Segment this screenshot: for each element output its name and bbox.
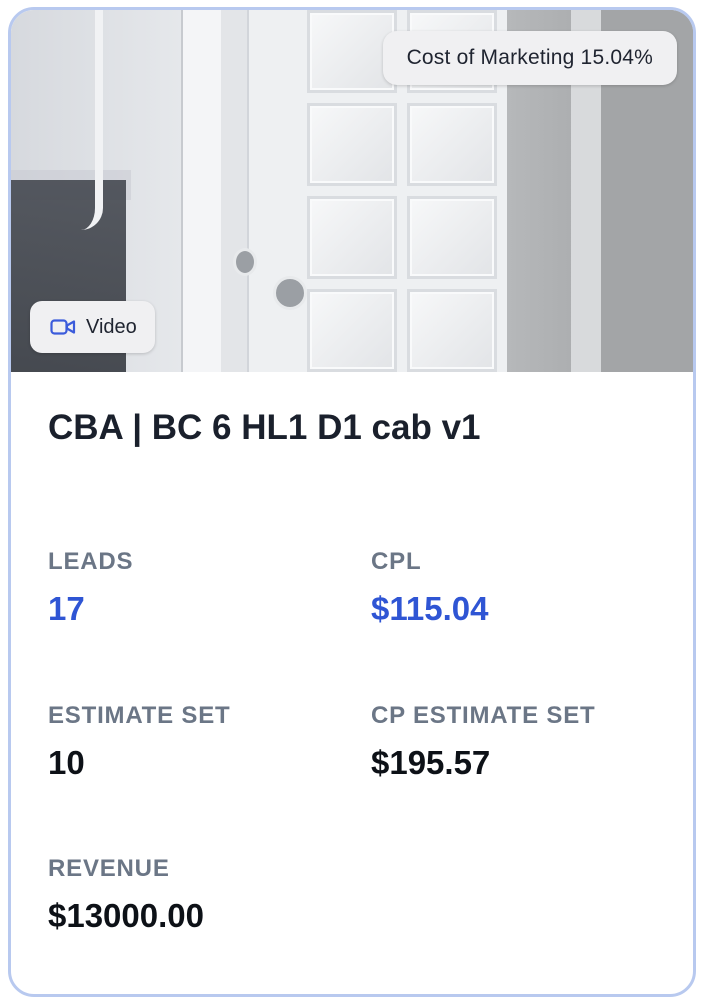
ad-card[interactable]: Cost of Marketing 15.04% Video CBA | BC … [8,7,696,997]
ad-thumbnail[interactable]: Cost of Marketing 15.04% Video [11,10,693,372]
thumbnail-detail [181,10,223,372]
ad-title: CBA | BC 6 HL1 D1 cab v1 [48,408,481,447]
metric-cpl: CPL $115.04 [371,548,488,628]
thumbnail-detail [81,10,103,230]
cost-of-marketing-text: Cost of Marketing 15.04% [406,46,653,69]
metric-value: $13000.00 [48,897,204,934]
thumbnail-detail [221,10,249,372]
metric-revenue: REVENUE $13000.00 [48,855,204,935]
metric-label: CP ESTIMATE SET [371,702,596,729]
thumbnail-detail [273,276,307,310]
metric-label: ESTIMATE SET [48,702,231,729]
cost-of-marketing-badge: Cost of Marketing 15.04% [382,31,677,85]
metric-value: 17 [48,590,85,627]
thumbnail-detail [233,248,257,276]
metric-label: REVENUE [48,855,170,882]
metric-leads: LEADS 17 [48,548,133,628]
metric-cp-estimate-set: CP ESTIMATE SET $195.57 [371,702,595,782]
metric-label: LEADS [48,548,134,575]
metric-label: CPL [371,548,422,575]
video-camera-icon [50,318,76,336]
video-badge-label: Video [86,315,137,338]
metric-value: 10 [48,744,85,781]
metric-value: $195.57 [371,744,491,781]
video-type-badge: Video [30,301,155,353]
metric-estimate-set: ESTIMATE SET 10 [48,702,231,782]
metric-value: $115.04 [371,590,489,627]
